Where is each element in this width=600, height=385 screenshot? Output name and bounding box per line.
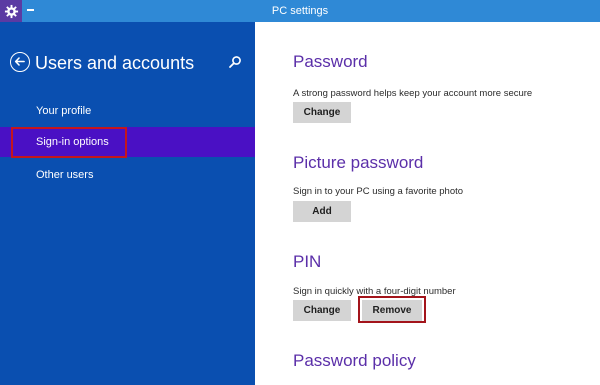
password-change-button[interactable]: Change xyxy=(293,102,351,123)
search-icon[interactable] xyxy=(228,55,242,69)
back-arrow-icon[interactable] xyxy=(10,52,30,72)
section-description-picture-password: Sign in to your PC using a favorite phot… xyxy=(293,186,464,197)
picture-password-add-button[interactable]: Add xyxy=(293,201,351,222)
highlight-box xyxy=(358,296,426,323)
section-title-pin: PIN xyxy=(293,252,322,271)
window-title: PC settings xyxy=(271,5,329,17)
sidebar-item-your-profile[interactable]: Your profile xyxy=(0,96,255,126)
title-bar: PC settings xyxy=(0,0,600,22)
sidebar-item-label: Your profile xyxy=(36,105,92,117)
sidebar-heading: Users and accounts xyxy=(35,53,195,73)
pin-change-button[interactable]: Change xyxy=(293,300,351,321)
main-content: Password A strong password helps keep yo… xyxy=(255,22,600,385)
highlight-box xyxy=(11,127,127,158)
section-title-password: Password xyxy=(293,52,368,71)
section-description-password: A strong password helps keep your accoun… xyxy=(293,88,533,99)
sidebar: Users and accounts Your profile Sign-in … xyxy=(0,22,255,385)
sidebar-item-other-users[interactable]: Other users xyxy=(0,160,255,190)
section-title-password-policy: Password policy xyxy=(293,351,416,370)
section-title-picture-password: Picture password xyxy=(293,153,424,172)
sidebar-item-label: Other users xyxy=(36,169,94,181)
